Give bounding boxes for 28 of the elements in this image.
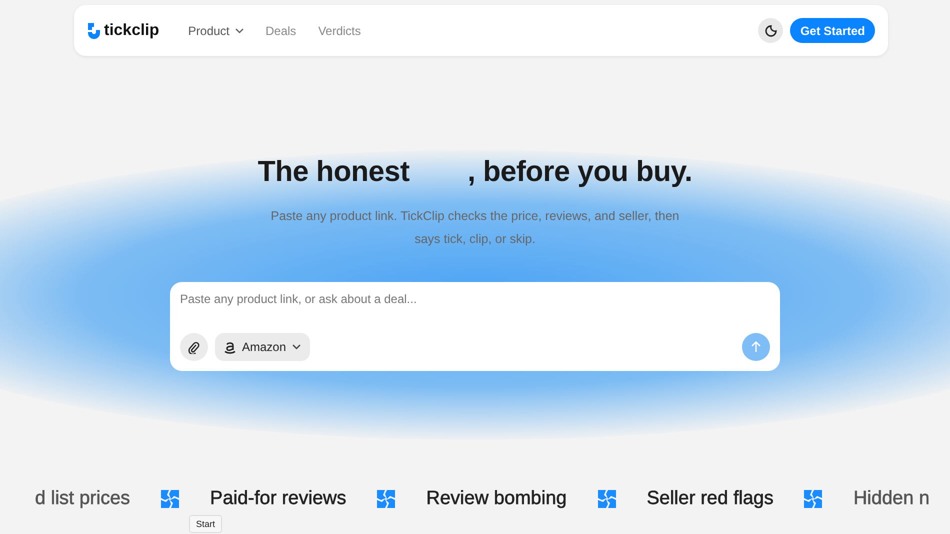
- store-logo-icon: [224, 340, 236, 354]
- nav-link[interactable]: Deals: [266, 24, 296, 38]
- theme-toggle-button[interactable]: [758, 18, 784, 43]
- marquee-text: Review bombing: [426, 488, 567, 510]
- pinwheel-icon: [803, 489, 824, 509]
- logo-text: tickclip: [104, 22, 160, 40]
- marquee-text: Seller red flags: [646, 488, 774, 510]
- logo-icon: [87, 22, 101, 40]
- chevron-down-icon: [234, 28, 244, 34]
- headline-text: The honest: [258, 156, 410, 189]
- marquee-text: d list prices: [35, 488, 130, 510]
- get-started-button[interactable]: Get Started: [790, 18, 875, 43]
- nav-link[interactable]: Product: [188, 24, 244, 38]
- marquee-text: Hidden n: [853, 488, 930, 510]
- store-selector[interactable]: Amazon: [215, 333, 310, 361]
- moon-icon: [764, 24, 777, 36]
- subtitle-text: Paste any product link. TickClip checks the price, reviews, and seller, then says tick, clip, or skip.: [270, 208, 680, 248]
- arrow-up-icon: [751, 341, 761, 353]
- pinwheel-icon: [596, 489, 617, 509]
- headline-text: , before you buy.: [467, 156, 692, 189]
- pinwheel-icon: [160, 489, 180, 509]
- pinwheel-icon: [376, 489, 396, 509]
- attach-button[interactable]: [180, 333, 208, 361]
- nav-link[interactable]: Verdicts: [318, 24, 361, 38]
- marquee-text: Paid-for reviews: [210, 488, 346, 510]
- tooltip: Start: [189, 515, 222, 533]
- paperclip-icon: [188, 340, 200, 354]
- chevron-down-icon: [292, 344, 302, 350]
